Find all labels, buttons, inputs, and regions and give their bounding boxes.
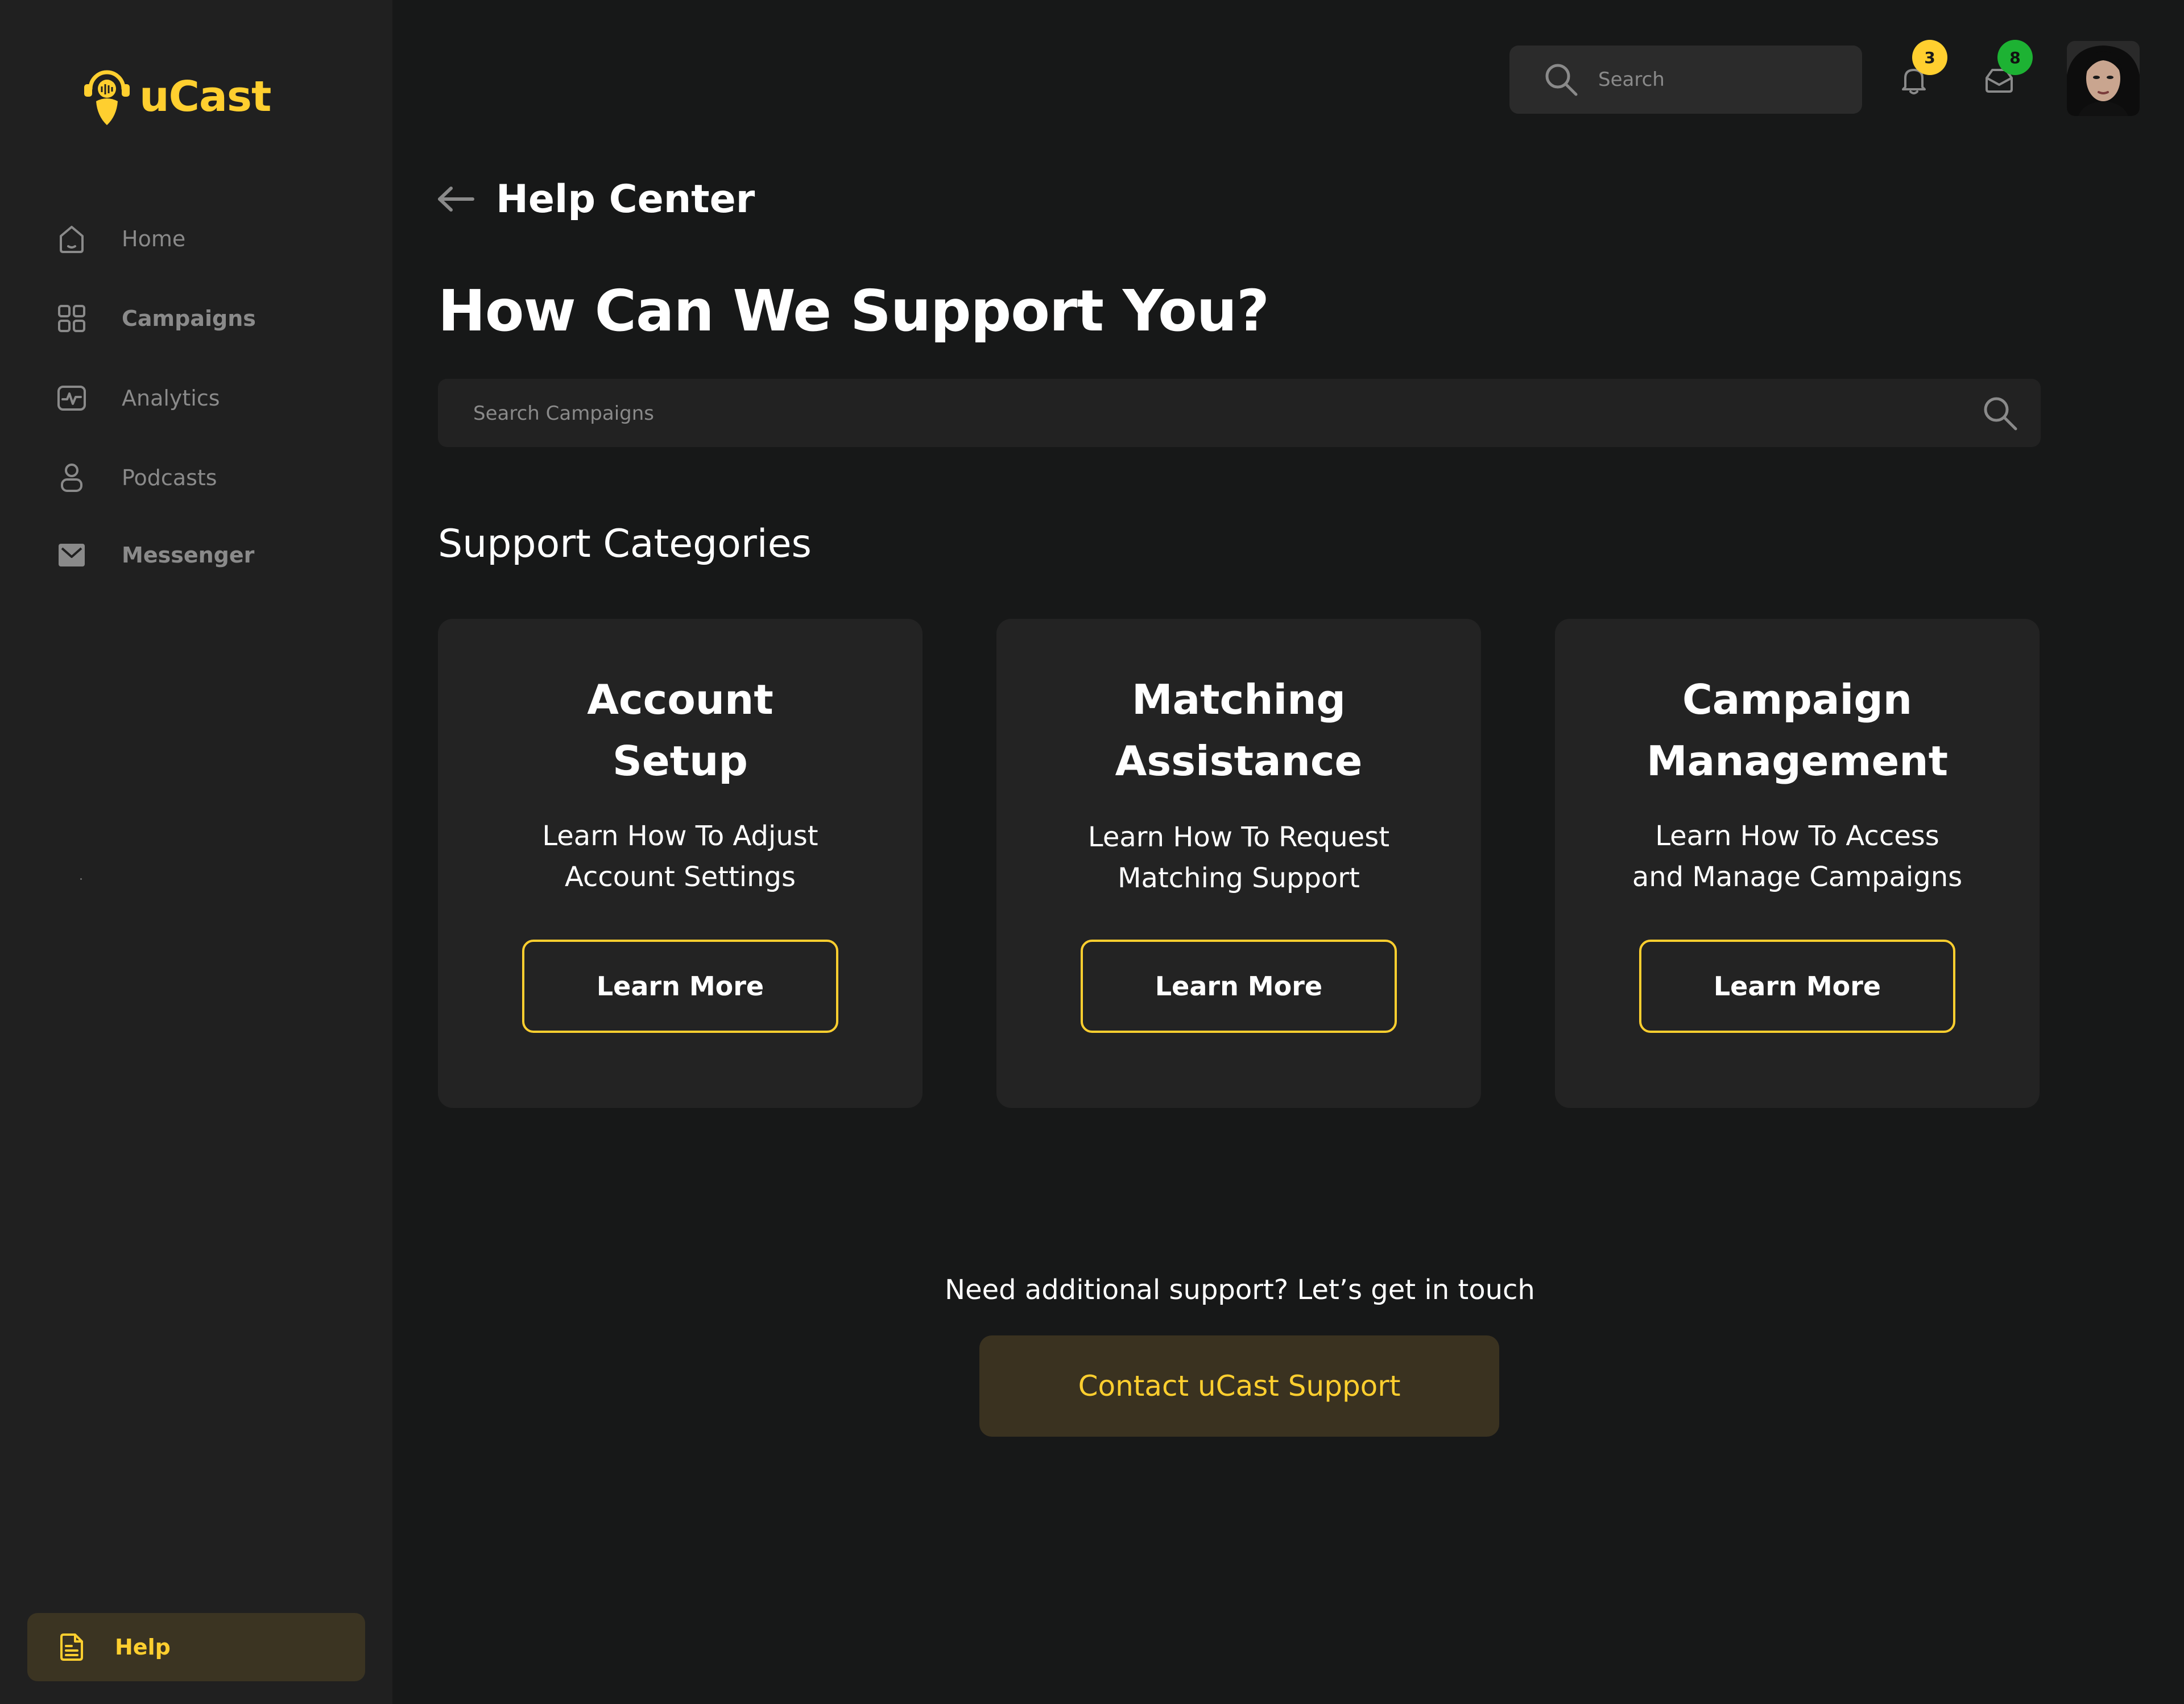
- card-description-line: Learn How To Adjust: [542, 820, 818, 852]
- messages-count-badge: 8: [1997, 40, 2033, 75]
- card-description: Learn How To Access and Manage Campaigns: [1589, 816, 2005, 898]
- sidebar-item-label: Messenger: [122, 543, 255, 568]
- card-title-line: Setup: [613, 737, 748, 785]
- document-icon: [55, 1630, 89, 1664]
- card-description-line: and Manage Campaigns: [1632, 861, 1963, 893]
- support-prompt-text: Need additional support? Let’s get in to…: [945, 1274, 1535, 1306]
- search-icon[interactable]: [1980, 394, 2020, 433]
- campaign-search-input[interactable]: [472, 379, 1953, 448]
- sidebar: uCast Home Campaigns Analytics Podcasts …: [0, 0, 392, 1704]
- campaign-search-field[interactable]: [438, 379, 2041, 448]
- card-title-line: Matching: [1131, 676, 1346, 723]
- sidebar-item-label: Podcasts: [122, 465, 217, 490]
- learn-more-button[interactable]: Learn More: [1081, 940, 1397, 1033]
- card-title: Account Setup: [472, 669, 888, 792]
- learn-more-button[interactable]: Learn More: [522, 940, 838, 1033]
- card-title: Matching Assistance: [1031, 669, 1447, 792]
- podcast-mic-logo-icon: [82, 64, 131, 130]
- card-title-line: Campaign: [1682, 676, 1913, 723]
- card-title-line: Management: [1647, 737, 1948, 785]
- top-search-placeholder: Search: [1598, 68, 1665, 91]
- category-card-matching-assistance: Matching Assistance Learn How To Request…: [996, 619, 1481, 1108]
- sidebar-item-home[interactable]: Home: [55, 216, 185, 262]
- home-icon: [55, 222, 89, 256]
- user-icon: [55, 461, 89, 495]
- notifications-count-badge: 3: [1912, 40, 1947, 75]
- sidebar-item-podcasts[interactable]: Podcasts: [55, 455, 217, 501]
- analytics-icon: [55, 381, 89, 415]
- decorative-dot: [80, 878, 82, 880]
- breadcrumb-title: Help Center: [496, 177, 755, 222]
- category-card-account-setup: Account Setup Learn How To Adjust Accoun…: [438, 619, 923, 1108]
- sidebar-item-campaigns[interactable]: Campaigns: [55, 296, 256, 341]
- sidebar-item-label: Campaigns: [122, 306, 256, 331]
- user-avatar[interactable]: [2067, 41, 2140, 116]
- card-title-line: Account: [587, 676, 774, 723]
- help-button[interactable]: Help: [27, 1613, 365, 1681]
- help-label: Help: [115, 1635, 171, 1660]
- card-description-line: Account Settings: [565, 861, 796, 893]
- card-description: Learn How To Adjust Account Settings: [472, 816, 888, 898]
- sidebar-item-messenger[interactable]: Messenger: [55, 532, 254, 578]
- top-search-field[interactable]: Search: [1509, 46, 1862, 114]
- card-description: Learn How To Request Matching Support: [1031, 817, 1447, 899]
- back-button[interactable]: [435, 179, 478, 222]
- learn-more-button[interactable]: Learn More: [1639, 940, 1955, 1033]
- card-description-line: Learn How To Request: [1087, 821, 1390, 853]
- category-card-campaign-management: Campaign Management Learn How To Access …: [1555, 619, 2040, 1108]
- card-title-line: Assistance: [1115, 737, 1363, 785]
- card-title: Campaign Management: [1589, 669, 2005, 792]
- card-description-line: Learn How To Access: [1655, 820, 1939, 852]
- sidebar-item-label: Analytics: [122, 386, 220, 411]
- page-heading: How Can We Support You?: [438, 278, 1269, 344]
- app-name: uCast: [139, 72, 271, 121]
- grid-icon: [55, 301, 89, 336]
- section-title: Support Categories: [438, 522, 812, 566]
- mail-icon: [55, 538, 89, 572]
- card-description-line: Matching Support: [1118, 862, 1360, 894]
- sidebar-item-label: Home: [122, 226, 186, 251]
- contact-support-button[interactable]: Contact uCast Support: [979, 1335, 1499, 1437]
- search-icon: [1541, 60, 1581, 100]
- arrow-left-icon: [436, 185, 476, 216]
- app-logo[interactable]: uCast: [82, 64, 271, 130]
- sidebar-item-analytics[interactable]: Analytics: [55, 375, 220, 421]
